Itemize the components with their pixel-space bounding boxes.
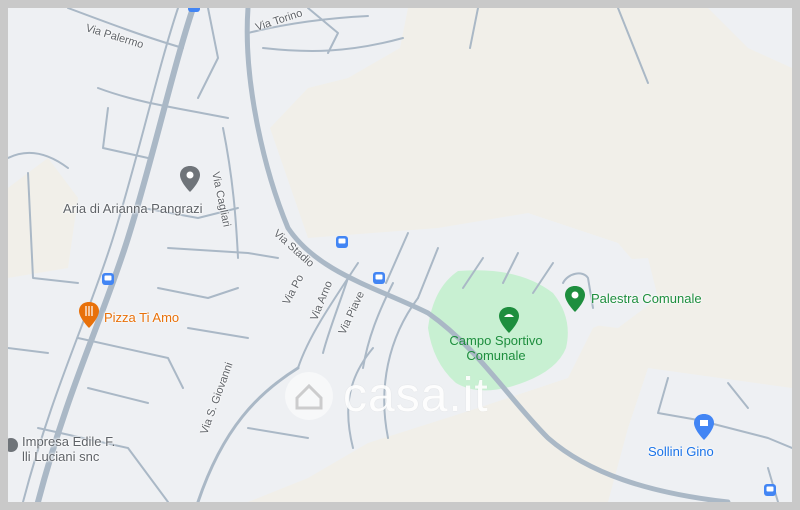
bus-stop-icon[interactable]: [373, 272, 385, 284]
place-label-impresa-line2: lli Luciani snc: [22, 449, 100, 464]
map-frame: Via Palermo Via Torino Via Cagliari Via …: [8, 8, 792, 502]
place-label-sollini-gino[interactable]: Sollini Gino: [648, 444, 714, 459]
place-label-impresa-line1: Impresa Edile F.: [22, 434, 116, 449]
bus-stop-icon[interactable]: [102, 273, 114, 285]
place-label-impresa-edile[interactable]: Impresa Edile F. lli Luciani snc: [22, 434, 115, 464]
place-label-campo-line1: Campo Sportivo: [449, 333, 543, 348]
bus-stop-icon[interactable]: [336, 236, 348, 248]
bus-stop-icon[interactable]: [764, 484, 776, 496]
place-label-campo-line2: Comunale: [466, 348, 526, 363]
place-label-palestra[interactable]: Palestra Comunale: [591, 291, 702, 306]
watermark-text: casa.it: [343, 369, 489, 422]
bus-stop-icon[interactable]: [188, 8, 200, 12]
place-label-aria-arianna[interactable]: Aria di Arianna Pangrazi: [63, 201, 202, 216]
place-label-pizza[interactable]: Pizza Ti Amo: [104, 310, 179, 325]
house-logo-icon: [285, 371, 333, 420]
watermark: casa.it: [283, 368, 489, 423]
map-canvas[interactable]: [8, 8, 792, 502]
place-label-campo-sportivo[interactable]: Campo Sportivo Comunale: [426, 333, 566, 363]
